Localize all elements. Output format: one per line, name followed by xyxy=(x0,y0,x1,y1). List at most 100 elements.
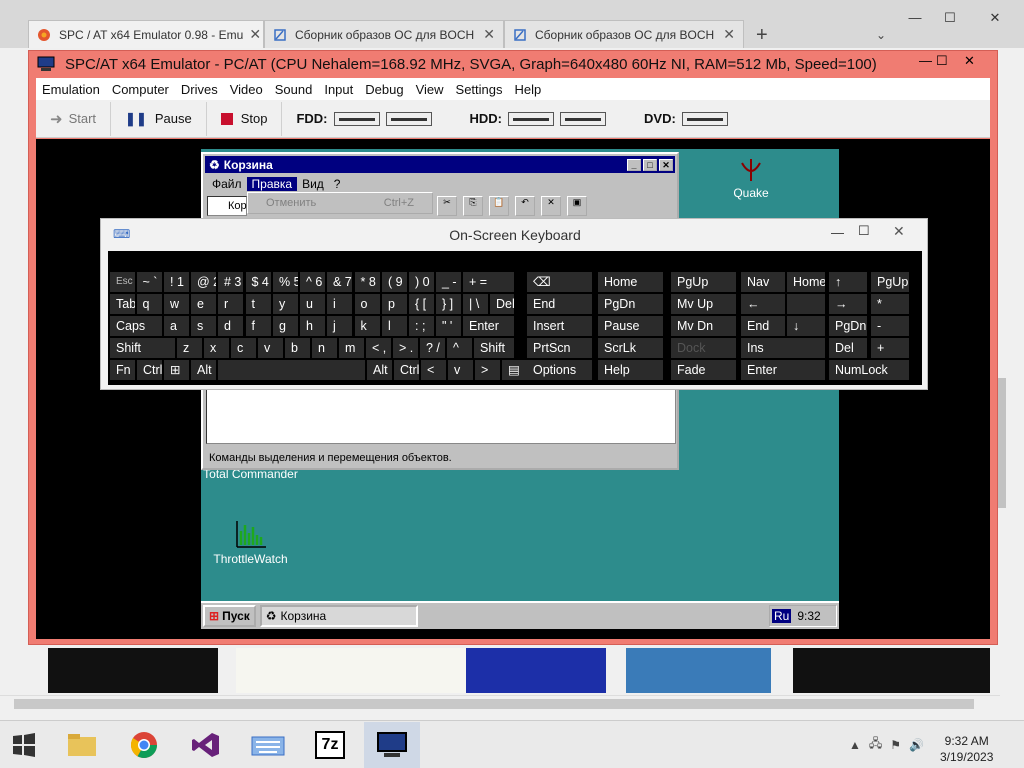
osk-key[interactable]: Ctrl xyxy=(137,360,162,380)
menu-drives[interactable]: Drives xyxy=(175,82,224,97)
osk-key[interactable]: v xyxy=(258,338,283,358)
visual-studio-icon[interactable] xyxy=(178,722,234,768)
osk-key[interactable]: $ 4 xyxy=(245,272,271,292)
osk-key[interactable]: j xyxy=(327,316,352,336)
close-icon[interactable]: ✕ xyxy=(659,158,673,171)
system-clock[interactable]: 9:32 AM 3/19/2023 xyxy=(940,733,993,765)
osk-key-space[interactable] xyxy=(218,360,365,380)
osk-key[interactable]: > . xyxy=(393,338,418,358)
osk-key[interactable]: ? / xyxy=(420,338,445,358)
flag-icon[interactable]: ⚑ xyxy=(890,738,901,752)
osk-key[interactable]: + xyxy=(871,338,909,358)
chevron-up-icon[interactable]: ▲ xyxy=(849,738,861,752)
maximize-icon[interactable]: ☐ xyxy=(936,53,948,69)
osk-key[interactable]: z xyxy=(177,338,202,358)
osk-key[interactable]: a xyxy=(164,316,189,336)
osk-key[interactable]: e xyxy=(191,294,216,314)
osk-key[interactable]: Help xyxy=(598,360,663,380)
osk-key[interactable]: v xyxy=(448,360,473,380)
osk-key[interactable]: { [ xyxy=(409,294,434,314)
osk-key[interactable]: h xyxy=(300,316,325,336)
osk-key[interactable]: Dock xyxy=(671,338,736,358)
osk-key[interactable]: ^ 6 xyxy=(300,272,325,292)
osk-key[interactable]: q xyxy=(136,294,162,314)
menu-help[interactable]: Help xyxy=(509,82,548,97)
osk-key[interactable]: Fn xyxy=(110,360,135,380)
osk-key[interactable]: ⊞ xyxy=(164,360,189,380)
osk-key[interactable]: < , xyxy=(366,338,391,358)
tab-boch-1[interactable]: Сборник образов ОС для BOCH ✕ xyxy=(264,20,504,48)
close-icon[interactable]: ✕ xyxy=(893,223,905,240)
osk-key[interactable]: _ - xyxy=(436,272,461,292)
osk-key[interactable]: Insert xyxy=(527,316,592,336)
osk-key[interactable]: End xyxy=(741,316,785,336)
properties-icon[interactable]: ▣ xyxy=(567,196,587,216)
menu-view[interactable]: View xyxy=(410,82,450,97)
osk-key[interactable]: ^ xyxy=(447,338,472,358)
osk-key[interactable]: d xyxy=(218,316,243,336)
desktop-icon-throttlewatch[interactable]: ThrottleWatch xyxy=(203,519,298,566)
maximize-icon[interactable]: ☐ xyxy=(935,10,965,30)
osk-key[interactable]: p xyxy=(382,294,407,314)
paste-icon[interactable]: 📋 xyxy=(489,196,509,216)
osk-key[interactable]: Alt xyxy=(191,360,216,380)
osk-key[interactable]: ▤ xyxy=(502,360,527,380)
osk-key[interactable]: # 3 xyxy=(218,272,243,292)
osk-key[interactable]: Shift xyxy=(110,338,175,358)
osk-key[interactable]: Enter xyxy=(463,316,514,336)
menu-settings[interactable]: Settings xyxy=(450,82,509,97)
cut-icon[interactable]: ✂ xyxy=(437,196,457,216)
keyboard-app-icon[interactable] xyxy=(240,722,296,768)
osk-key[interactable]: & 7 xyxy=(327,272,352,292)
menu-edit[interactable]: Правка xyxy=(246,177,298,191)
osk-key[interactable]: PgDn xyxy=(829,316,867,336)
chrome-icon[interactable] xyxy=(116,722,172,768)
start-button[interactable]: ➜ Start xyxy=(36,101,112,136)
osk-key[interactable]: PgUp xyxy=(871,272,909,292)
osk-key[interactable]: > xyxy=(475,360,500,380)
osk-key[interactable]: ↑ xyxy=(829,272,867,292)
address-box[interactable]: Кор xyxy=(207,196,247,216)
chevron-down-icon[interactable]: ⌄ xyxy=(876,28,886,42)
osk-key[interactable]: PrtScn xyxy=(527,338,592,358)
undo-menu-item[interactable]: Отменить xyxy=(266,197,316,209)
horizontal-scrollbar[interactable] xyxy=(0,695,1000,712)
maximize-icon[interactable]: □ xyxy=(643,158,657,171)
menu-view[interactable]: Вид xyxy=(297,177,329,191)
osk-key[interactable]: Alt xyxy=(367,360,392,380)
osk-key[interactable]: s xyxy=(191,316,216,336)
minimize-icon[interactable]: — xyxy=(831,225,844,240)
osk-key[interactable]: l xyxy=(382,316,407,336)
osk-key[interactable]: Home xyxy=(598,272,663,292)
osk-key[interactable]: Ins xyxy=(741,338,825,358)
osk-key[interactable]: ( 9 xyxy=(382,272,407,292)
osk-key[interactable]: f xyxy=(245,316,271,336)
osk-key[interactable]: < xyxy=(421,360,446,380)
osk-key[interactable]: Caps xyxy=(110,316,162,336)
osk-key[interactable]: * 8 xyxy=(354,272,380,292)
osk-key[interactable]: - xyxy=(871,316,909,336)
osk-key[interactable]: Tab xyxy=(110,294,135,314)
menu-file[interactable]: Файл xyxy=(207,177,247,191)
osk-key[interactable]: ↓ xyxy=(787,316,825,336)
minimize-icon[interactable]: — xyxy=(919,53,932,68)
osk-key[interactable]: g xyxy=(273,316,298,336)
recycle-bin-content[interactable] xyxy=(206,382,676,444)
osk-key[interactable] xyxy=(787,294,825,314)
close-icon[interactable]: ✕ xyxy=(243,26,261,43)
menu-emulation[interactable]: Emulation xyxy=(36,82,106,97)
osk-key[interactable]: o xyxy=(354,294,380,314)
osk-key[interactable]: m xyxy=(339,338,364,358)
close-icon[interactable]: ✕ xyxy=(980,10,1010,30)
osk-key[interactable]: u xyxy=(300,294,325,314)
osk-key[interactable]: * xyxy=(871,294,909,314)
osk-key[interactable]: k xyxy=(354,316,380,336)
osk-key[interactable]: + = xyxy=(463,272,514,292)
osk-key[interactable]: Fade xyxy=(671,360,736,380)
copy-icon[interactable]: ⎘ xyxy=(463,196,483,216)
osk-key[interactable]: @ 2 xyxy=(191,272,216,292)
osk-key[interactable]: ) 0 xyxy=(409,272,434,292)
osk-key[interactable]: x xyxy=(204,338,229,358)
delete-icon[interactable]: ✕ xyxy=(541,196,561,216)
osk-key[interactable]: End xyxy=(527,294,592,314)
